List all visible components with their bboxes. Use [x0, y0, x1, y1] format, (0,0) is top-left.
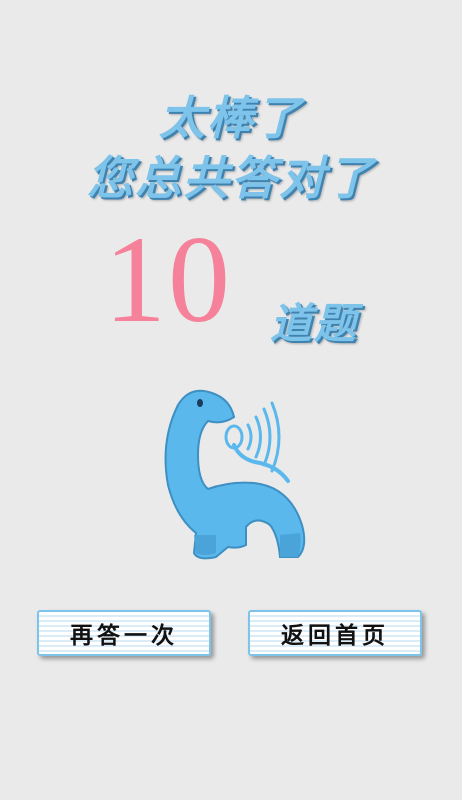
retry-button[interactable]: 再答一次 [37, 610, 211, 656]
home-button-label: 返回首页 [281, 623, 389, 649]
congrats-heading: 太棒了 [159, 91, 303, 145]
home-button[interactable]: 返回首页 [248, 610, 422, 656]
retry-button-label: 再答一次 [70, 623, 178, 649]
score-intro-text: 您总共答对了 [87, 151, 375, 205]
count-unit-label: 道题 [270, 299, 359, 348]
correct-count: 10 [104, 211, 232, 348]
dinosaur-mascot-icon [150, 385, 315, 565]
